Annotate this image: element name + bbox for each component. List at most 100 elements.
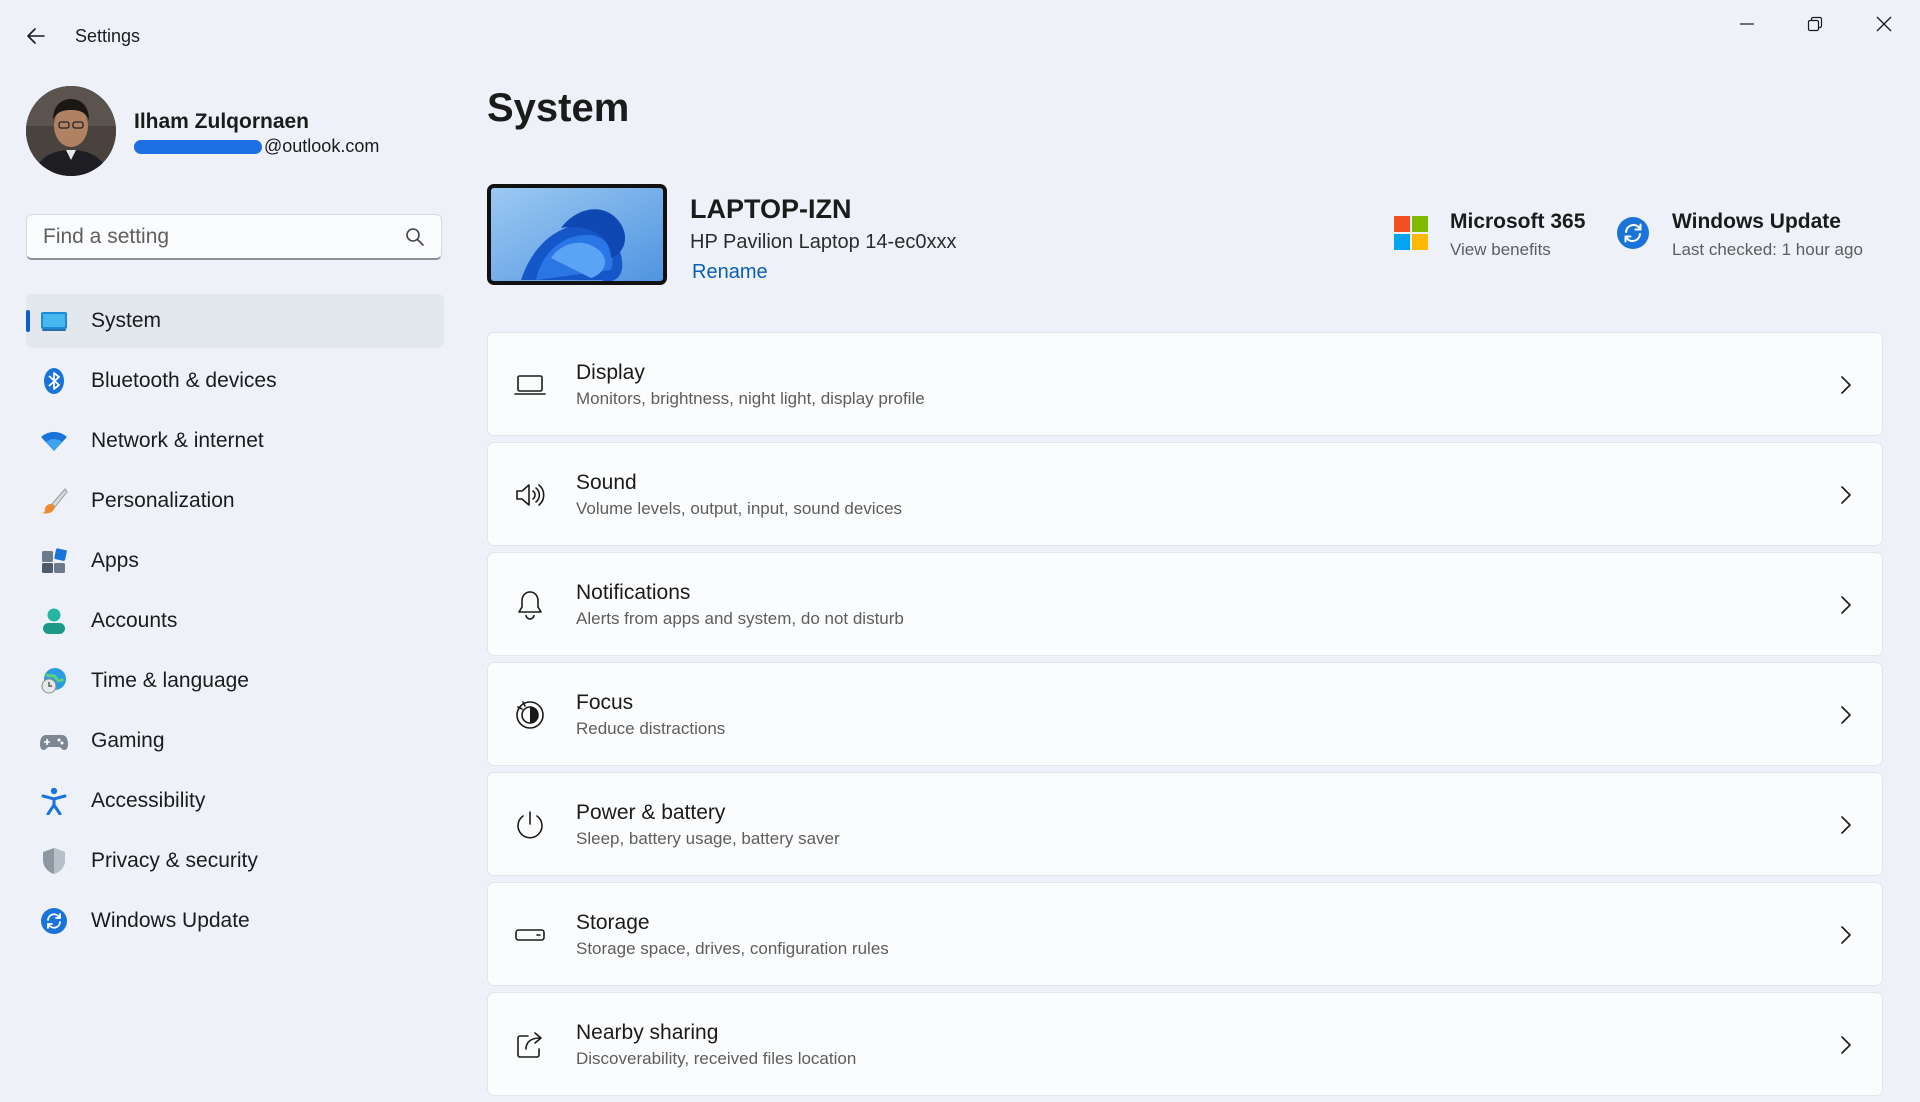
card-title: Display [576,361,645,384]
chevron-right-icon [1836,923,1856,947]
gamepad-icon [40,727,68,755]
page-title: System [487,86,630,130]
card-nearby-sharing[interactable]: Nearby sharing Discoverability, received… [487,992,1883,1096]
search-box[interactable] [26,214,442,260]
update-icon [40,907,68,935]
profile-section: Ilham Zulqornaen @outlook.com [26,86,446,178]
close-button[interactable] [1850,0,1918,48]
sidebar-item-label: Time & language [91,669,249,692]
sidebar-item-label: Personalization [91,489,235,512]
card-subtitle: Sleep, battery usage, battery saver [576,829,840,848]
card-focus[interactable]: Focus Reduce distractions [487,662,1883,766]
search-icon[interactable] [405,227,425,247]
sidebar-item-bluetooth[interactable]: Bluetooth & devices [26,354,444,408]
tile-subtitle: View benefits [1450,240,1551,259]
card-subtitle: Alerts from apps and system, do not dist… [576,609,904,628]
sidebar-item-label: Accounts [91,609,178,632]
sidebar-item-label: Gaming [91,729,165,752]
share-icon [514,1029,546,1061]
minimize-icon [1740,23,1754,25]
card-sound[interactable]: Sound Volume levels, output, input, soun… [487,442,1883,546]
device-wallpaper-thumbnail [487,184,667,285]
user-email: @outlook.com [134,136,379,157]
sidebar-item-label: Bluetooth & devices [91,369,277,392]
chevron-right-icon [1836,593,1856,617]
sidebar-nav: System Bluetooth & devices Network & int… [26,294,444,954]
accessibility-icon [40,787,68,815]
title-bar: Settings [0,0,1920,72]
user-name: Ilham Zulqornaen [134,110,310,133]
sidebar-item-label: Privacy & security [91,849,258,872]
user-email-domain: @outlook.com [264,136,380,156]
sidebar-item-label: Network & internet [91,429,264,452]
card-subtitle: Reduce distractions [576,719,726,738]
storage-icon [514,919,546,951]
restore-icon [1807,16,1823,32]
card-power-battery[interactable]: Power & battery Sleep, battery usage, ba… [487,772,1883,876]
back-button[interactable] [20,20,52,52]
wallpaper-bloom-icon [491,188,663,281]
update-icon [1617,217,1649,249]
chevron-right-icon [1836,813,1856,837]
sidebar-item-privacy-security[interactable]: Privacy & security [26,834,444,888]
card-title: Nearby sharing [576,1021,719,1044]
card-title: Notifications [576,581,691,604]
sidebar-item-accessibility[interactable]: Accessibility [26,774,444,828]
microsoft-365-tile[interactable]: Microsoft 365 View benefits [1394,206,1594,266]
tile-subtitle: Last checked: 1 hour ago [1672,240,1863,259]
sidebar-item-system[interactable]: System [26,294,444,348]
card-title: Sound [576,471,637,494]
avatar[interactable] [26,86,116,176]
chevron-right-icon [1836,703,1856,727]
sidebar-item-label: Windows Update [91,909,250,932]
tile-title: Microsoft 365 [1450,210,1586,233]
chevron-right-icon [1836,1033,1856,1057]
settings-list: Display Monitors, brightness, night ligh… [487,332,1883,1102]
display-icon [514,369,546,401]
card-subtitle: Monitors, brightness, night light, displ… [576,389,925,408]
power-icon [514,809,546,841]
system-icon [40,307,68,335]
device-name: LAPTOP-IZN [690,194,852,224]
shield-icon [40,847,68,875]
search-input[interactable] [41,215,385,259]
card-storage[interactable]: Storage Storage space, drives, configura… [487,882,1883,986]
accounts-icon [40,607,68,635]
focus-icon [514,699,546,731]
sidebar-item-windows-update[interactable]: Windows Update [26,894,444,948]
device-model: HP Pavilion Laptop 14-ec0xxx [690,231,957,253]
chevron-right-icon [1836,483,1856,507]
app-title: Settings [75,26,141,46]
card-title: Focus [576,691,634,714]
card-notifications[interactable]: Notifications Alerts from apps and syste… [487,552,1883,656]
apps-icon [40,547,68,575]
restore-button[interactable] [1781,0,1849,48]
sidebar-item-gaming[interactable]: Gaming [26,714,444,768]
speaker-icon [514,479,546,511]
sidebar-item-apps[interactable]: Apps [26,534,444,588]
card-title: Power & battery [576,801,726,824]
sidebar-item-label: Accessibility [91,789,206,812]
wifi-icon [40,427,68,455]
card-subtitle: Volume levels, output, input, sound devi… [576,499,903,518]
windows-update-tile[interactable]: Windows Update Last checked: 1 hour ago [1616,206,1906,266]
sidebar-item-personalization[interactable]: Personalization [26,474,444,528]
bell-icon [514,589,546,621]
avatar-photo-icon [26,86,116,176]
sidebar-item-accounts[interactable]: Accounts [26,594,444,648]
minimize-button[interactable] [1713,0,1781,48]
selection-indicator [26,310,30,332]
tile-title: Windows Update [1672,210,1841,233]
sidebar-item-label: System [91,309,162,332]
chevron-right-icon [1836,373,1856,397]
sidebar-item-network[interactable]: Network & internet [26,414,444,468]
paintbrush-icon [40,487,68,515]
rename-link[interactable]: Rename [692,261,768,284]
card-display[interactable]: Display Monitors, brightness, night ligh… [487,332,1883,436]
card-subtitle: Storage space, drives, configuration rul… [576,939,889,958]
sidebar-item-time-language[interactable]: Time & language [26,654,444,708]
bluetooth-icon [40,367,68,395]
globe-clock-icon [40,667,68,695]
sidebar-item-label: Apps [91,549,139,572]
close-icon [1876,16,1892,32]
